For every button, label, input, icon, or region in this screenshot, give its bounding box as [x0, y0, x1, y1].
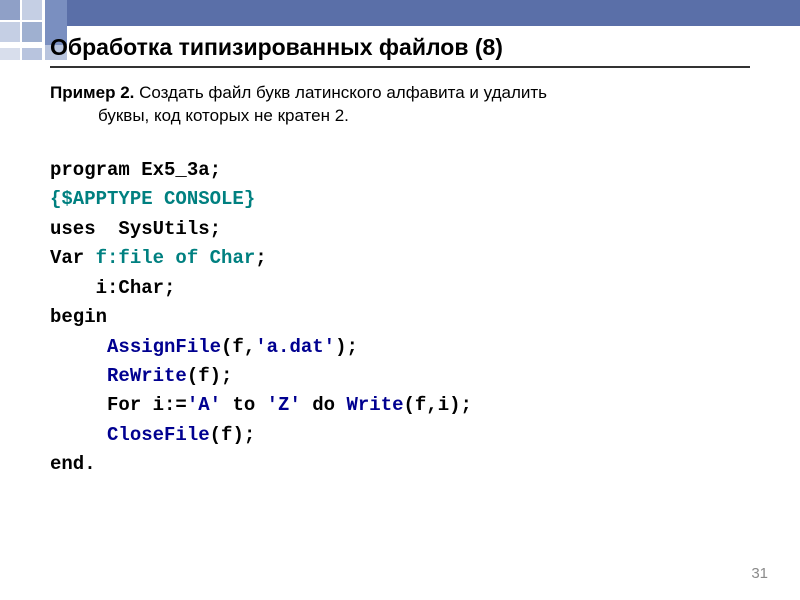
deco-square [22, 48, 42, 60]
code-line: {$APPTYPE CONSOLE} [50, 185, 750, 214]
example-line1: Создать файл букв латинского алфавита и … [134, 83, 547, 102]
slide-content: Пример 2. Создать файл букв латинского а… [50, 82, 750, 480]
title-underline [50, 66, 750, 68]
code-line: For i:='A' to 'Z' do Write(f,i); [50, 391, 750, 420]
slide-title: Обработка типизированных файлов (8) [50, 34, 503, 61]
code-line: Var f:file of Char; [50, 244, 750, 273]
example-paragraph: Пример 2. Создать файл букв латинского а… [50, 82, 750, 128]
code-line: uses SysUtils; [50, 215, 750, 244]
example-line2: буквы, код которых не кратен 2. [50, 105, 750, 128]
deco-square [22, 22, 42, 42]
deco-square [22, 0, 42, 20]
code-line: end. [50, 450, 750, 479]
example-label: Пример 2. [50, 83, 134, 102]
code-line: i:Char; [50, 274, 750, 303]
top-bar [67, 0, 800, 26]
page-number: 31 [751, 565, 768, 582]
code-block: program Ex5_3a; {$APPTYPE CONSOLE} uses … [50, 156, 750, 480]
deco-square [0, 22, 20, 42]
code-line: program Ex5_3a; [50, 156, 750, 185]
code-line: begin [50, 303, 750, 332]
deco-square [0, 0, 20, 20]
code-line: ReWrite(f); [50, 362, 750, 391]
code-line: CloseFile(f); [50, 421, 750, 450]
code-line: AssignFile(f,'a.dat'); [50, 333, 750, 362]
deco-square [0, 48, 20, 60]
